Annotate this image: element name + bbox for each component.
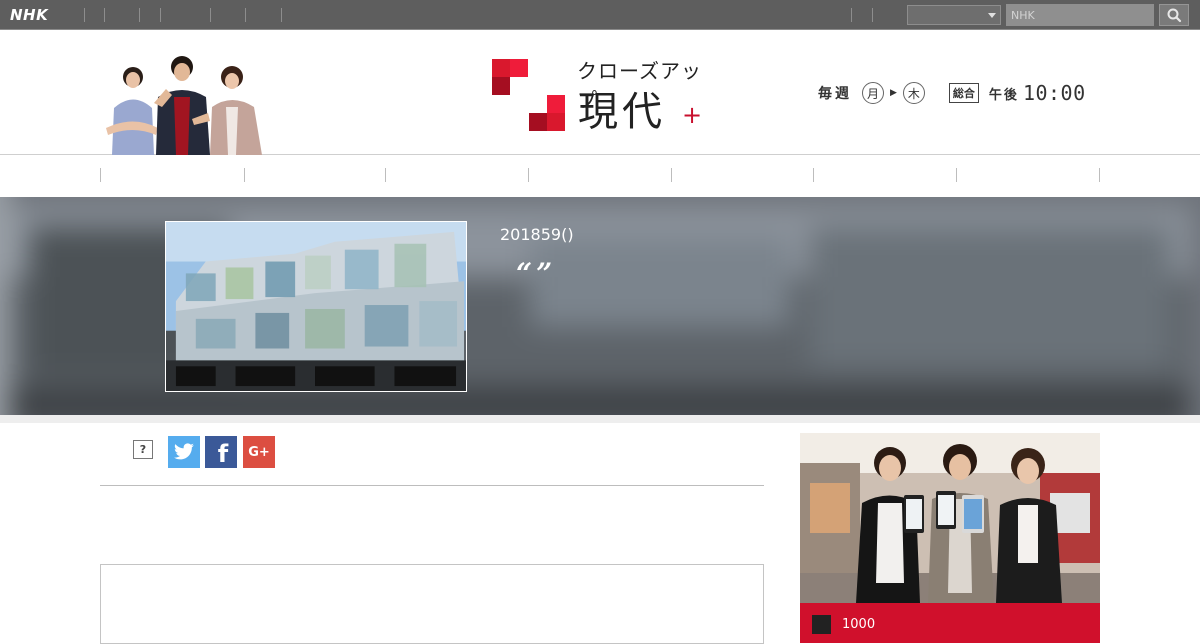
program-nav	[100, 156, 1100, 196]
episode-hero: 201859() “”	[0, 197, 1200, 415]
nhk-logo[interactable]: NHK	[10, 6, 48, 24]
schedule-pm: 午後	[988, 87, 1019, 103]
program-header: クローズアップ 現代 + 毎週 月 ▶ 木 総合 午後 10:00	[0, 31, 1200, 155]
search-icon	[1167, 8, 1182, 23]
episode-thumbnail[interactable]	[165, 221, 467, 392]
twitter-icon	[174, 443, 194, 460]
gplus-icon: G+	[248, 444, 270, 460]
topbar-separator	[104, 8, 105, 22]
topbar-separator	[245, 8, 246, 22]
broadcast-schedule: 毎週 月 ▶ 木 総合 午後 10:00	[818, 80, 1086, 106]
global-topbar: NHK	[0, 0, 1200, 30]
topbar-separator	[281, 8, 282, 22]
schedule-day-end: 木	[902, 82, 925, 104]
topbar-separator	[872, 8, 873, 22]
episode-title: “”	[516, 257, 557, 290]
facebook-share-button[interactable]: f	[205, 436, 237, 468]
nav-separator	[813, 168, 814, 182]
help-button[interactable]: ?	[133, 440, 153, 459]
topbar-separator	[210, 8, 211, 22]
program-logo-mark	[492, 59, 565, 131]
promo-image	[800, 433, 1100, 603]
nav-separator	[100, 168, 101, 182]
topbar-separator	[160, 8, 161, 22]
gplus-share-button[interactable]: G+	[243, 436, 275, 468]
hero-divider	[0, 415, 1200, 423]
facebook-icon: f	[217, 440, 229, 468]
nav-separator	[671, 168, 672, 182]
episode-date: 201859()	[500, 225, 574, 244]
program-hosts-image	[106, 56, 262, 155]
nav-separator	[244, 168, 245, 182]
nav-separator	[956, 168, 957, 182]
program-logo-title: 現代	[578, 89, 666, 135]
topbar-separator	[84, 8, 85, 22]
content-panel	[100, 564, 764, 644]
nav-separator	[1099, 168, 1100, 182]
region-select[interactable]	[907, 5, 1001, 25]
nav-separator	[528, 168, 529, 182]
search-button[interactable]	[1159, 4, 1189, 26]
schedule-channel: 総合	[948, 83, 979, 103]
schedule-day-start: 月	[862, 82, 884, 104]
topbar-separator	[851, 8, 852, 22]
promo-card[interactable]: 1000	[800, 433, 1100, 643]
schedule-time: 10:00	[1022, 81, 1086, 105]
promo-marker	[812, 615, 831, 634]
content-divider	[100, 485, 764, 486]
chevron-down-icon	[988, 13, 996, 18]
program-logo[interactable]: クローズアップ 現代 +	[492, 55, 712, 135]
twitter-share-button[interactable]	[168, 436, 200, 468]
promo-caption-bar: 1000	[800, 603, 1100, 643]
program-logo-plus: +	[682, 101, 703, 129]
topbar-separator	[139, 8, 140, 22]
play-arrow-icon: ▶	[890, 88, 897, 98]
nav-separator	[385, 168, 386, 182]
search-input[interactable]	[1006, 4, 1154, 26]
schedule-weekly: 毎週	[818, 86, 852, 102]
